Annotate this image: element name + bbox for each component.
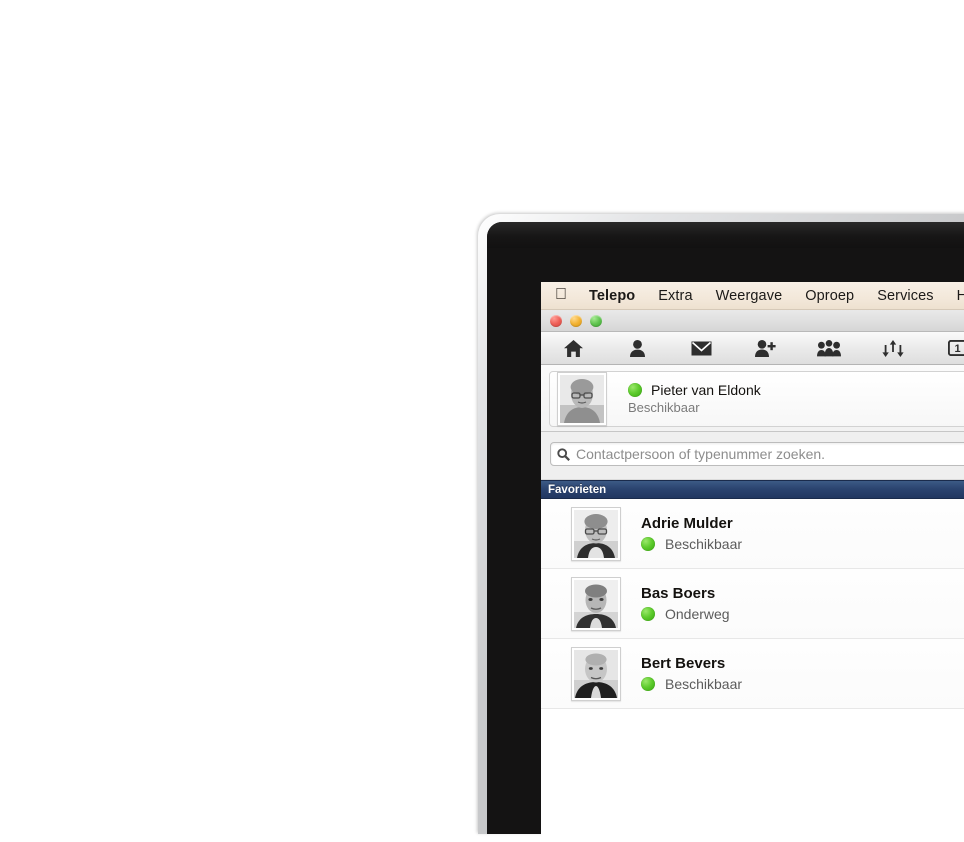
numbered-box-icon[interactable]: 1 [925, 332, 964, 365]
contact-status: Beschikbaar [665, 535, 743, 552]
mac-screen:  Telepo Extra Weergave Oproep Services … [541, 282, 964, 842]
group-header-favorieten[interactable]: Favorieten [541, 480, 964, 499]
app-toolbar: 1 [541, 332, 964, 365]
minimize-button[interactable] [570, 314, 582, 327]
status-indicator [628, 383, 642, 397]
avatar [557, 372, 607, 426]
contact-status-row: Beschikbaar [641, 534, 742, 554]
group-header-label: Favorieten [548, 483, 607, 496]
contact-name: Bert Bevers [641, 654, 726, 672]
my-status[interactable]: Beschikbaar [628, 400, 700, 415]
menu-item-extra[interactable]: Extra [658, 288, 692, 304]
zoom-button[interactable] [590, 314, 602, 327]
apple-logo-icon[interactable]:  [555, 286, 567, 303]
my-presence-panel: Pieter van Eldonk Beschikbaar [541, 365, 964, 432]
home-icon[interactable] [541, 332, 605, 365]
laptop-device:  Telepo Extra Weergave Oproep Services … [478, 214, 964, 842]
transfer-icon[interactable] [861, 332, 925, 365]
contact-status-row: Beschikbaar [641, 674, 742, 694]
search-input[interactable] [574, 445, 964, 463]
table-row[interactable]: Bas Boers Onderweg [541, 569, 964, 639]
menu-item-weergave[interactable]: Weergave [716, 288, 783, 304]
my-name: Pieter van Eldonk [651, 381, 761, 398]
svg-text:1: 1 [954, 343, 960, 355]
close-button[interactable] [550, 314, 562, 327]
search-area [541, 432, 964, 480]
menu-item-oproep[interactable]: Oproep [805, 288, 854, 304]
menu-item-telepo[interactable]: Telepo [589, 288, 635, 304]
my-name-row: Pieter van Eldonk [628, 382, 761, 399]
contact-status: Beschikbaar [665, 675, 743, 692]
mac-menu-bar:  Telepo Extra Weergave Oproep Services … [541, 282, 964, 310]
contact-list: Adrie Mulder Beschikbaar Bas Boers Onder… [541, 499, 964, 709]
table-row[interactable]: Adrie Mulder Beschikbaar [541, 499, 964, 569]
search-field[interactable] [550, 442, 964, 466]
window-titlebar[interactable] [541, 310, 964, 332]
contact-status-row: Onderweg [641, 604, 730, 624]
envelope-icon[interactable] [669, 332, 733, 365]
bezel-top-gloss [487, 222, 964, 248]
menu-item-services[interactable]: Services [877, 288, 933, 304]
contact-status: Onderweg [665, 605, 730, 622]
search-icon [557, 447, 570, 461]
table-row[interactable]: Bert Bevers Beschikbaar [541, 639, 964, 709]
avatar [571, 646, 621, 701]
contact-name: Bas Boers [641, 584, 716, 602]
contact-name: Adrie Mulder [641, 514, 733, 532]
avatar [571, 576, 621, 631]
status-indicator [641, 676, 655, 691]
menu-item-help[interactable]: H [957, 288, 964, 304]
person-icon[interactable] [605, 332, 669, 365]
person-add-icon[interactable] [733, 332, 797, 365]
my-presence-card[interactable]: Pieter van Eldonk Beschikbaar [549, 371, 964, 427]
avatar [571, 506, 621, 561]
status-indicator [641, 536, 655, 551]
status-indicator [641, 606, 655, 621]
group-icon[interactable] [797, 332, 861, 365]
laptop-screen-bezel:  Telepo Extra Weergave Oproep Services … [487, 222, 964, 842]
